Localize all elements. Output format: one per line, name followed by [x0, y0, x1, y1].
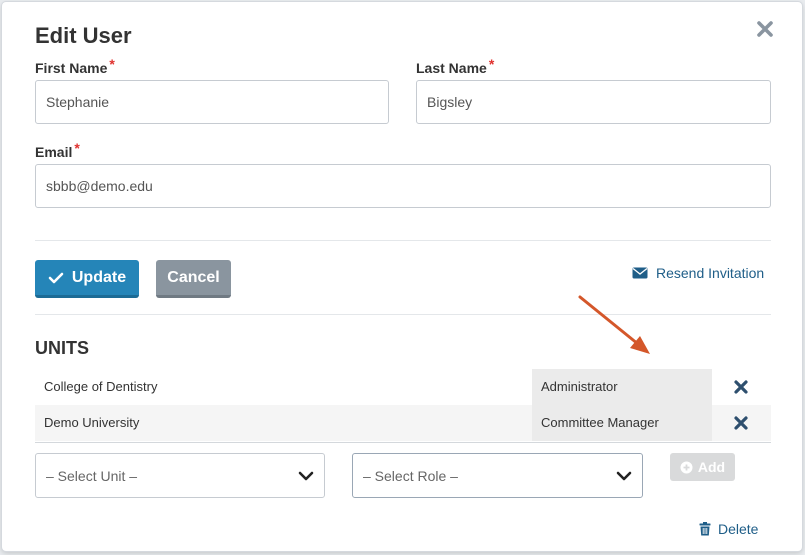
select-unit-value: – Select Unit – — [46, 467, 138, 484]
role-cell: Administrator — [532, 369, 712, 405]
delete-label: Delete — [718, 521, 759, 537]
first-name-label-text: First Name — [35, 60, 108, 76]
first-name-label: First Name * — [35, 56, 115, 76]
edit-user-modal: Edit User First Name* Last Name* Email* … — [2, 2, 802, 551]
role-cell: Committee Manager — [532, 405, 712, 441]
email-field[interactable] — [35, 164, 771, 208]
role-name: Committee Manager — [541, 415, 659, 430]
divider — [35, 442, 771, 443]
role-name: Administrator — [541, 379, 618, 394]
last-name-label-text: Last Name — [416, 60, 487, 76]
delete-user-button[interactable]: Delete — [699, 521, 758, 537]
annotation-arrow-icon — [578, 295, 650, 354]
select-role-value: – Select Role – — [363, 467, 458, 484]
required-marker: * — [74, 140, 80, 156]
email-label: Email * — [35, 140, 80, 160]
add-button-label: Add — [697, 459, 726, 475]
required-marker: * — [109, 56, 115, 72]
select-role-dropdown[interactable]: – Select Role – — [352, 453, 643, 498]
update-button-label: Update — [71, 268, 127, 286]
close-icon[interactable] — [754, 18, 776, 40]
resend-invitation-link[interactable]: Resend Invitation — [632, 263, 764, 283]
check-icon — [48, 272, 64, 283]
unit-name: College of Dentistry — [44, 379, 158, 394]
select-unit-dropdown[interactable]: – Select Unit – — [35, 453, 325, 498]
plus-circle-icon — [680, 461, 693, 473]
divider — [35, 240, 771, 241]
table-row: College of Dentistry Administrator — [35, 369, 771, 405]
envelope-icon — [632, 267, 648, 279]
first-name-field[interactable] — [35, 80, 389, 124]
remove-row-icon[interactable] — [732, 414, 750, 432]
add-unit-button[interactable]: Add — [670, 453, 735, 481]
unit-name: Demo University — [44, 415, 140, 430]
last-name-field[interactable] — [416, 80, 771, 124]
resend-invitation-label: Resend Invitation — [656, 265, 765, 281]
cancel-button-label: Cancel — [167, 268, 220, 286]
remove-row-icon[interactable] — [732, 378, 750, 396]
chevron-down-icon — [298, 471, 314, 480]
table-row: Demo University Committee Manager — [35, 405, 771, 441]
modal-title: Edit User — [35, 23, 132, 48]
trash-icon — [699, 522, 711, 536]
chevron-down-icon — [616, 471, 632, 480]
update-button[interactable]: Update — [35, 260, 139, 298]
cancel-button[interactable]: Cancel — [156, 260, 231, 298]
last-name-label: Last Name * — [416, 56, 494, 76]
required-marker: * — [488, 56, 495, 72]
units-section-title: UNITS — [35, 338, 89, 358]
email-label-text: Email — [35, 144, 73, 160]
